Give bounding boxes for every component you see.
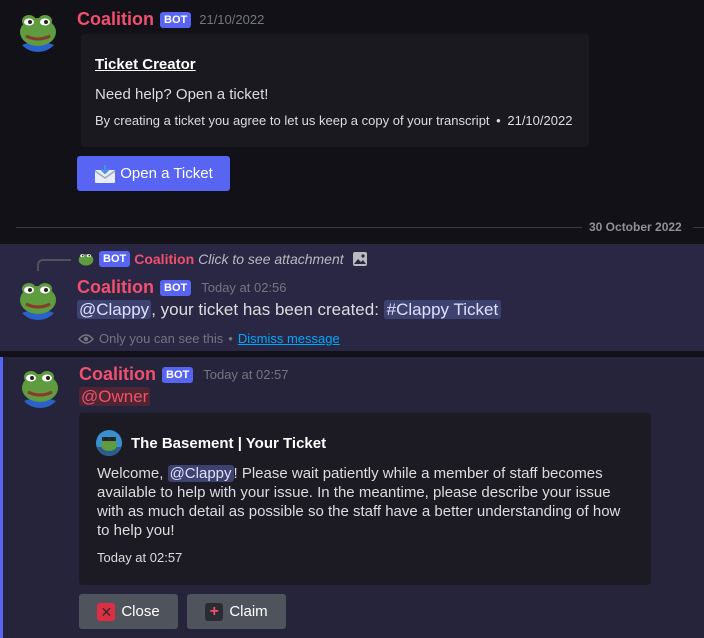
role-mention[interactable]: @Owner: [79, 387, 151, 406]
ephemeral-separator: •: [228, 331, 233, 346]
mention-bar: [0, 357, 3, 638]
close-label: Close: [121, 603, 160, 620]
embed-footer: By creating a ticket you agree to let us…: [95, 113, 572, 128]
embed: The Basement | Your Ticket Welcome, @Cla…: [79, 413, 651, 585]
eye-icon: [78, 333, 94, 345]
username[interactable]: Coalition: [77, 9, 154, 30]
reply-preview[interactable]: BOT Coalition Click to see attachment: [77, 250, 368, 268]
open-ticket-label: Open a Ticket: [120, 165, 213, 182]
timestamp: Today at 02:57: [203, 367, 289, 382]
embed-description: Need help? Open a ticket!: [95, 86, 269, 103]
reply-avatar: [77, 250, 95, 268]
claim-label: Claim: [229, 603, 268, 620]
reply-text[interactable]: Click to see attachment: [198, 251, 344, 267]
reply-username[interactable]: Coalition: [134, 251, 194, 267]
ephemeral-text: Only you can see this: [99, 331, 224, 346]
date-divider-line-right: [693, 227, 704, 228]
close-button[interactable]: ✕ Close: [79, 594, 178, 629]
envelope-icon: [94, 164, 116, 184]
avatar[interactable]: [18, 364, 62, 408]
reply-bot-tag: BOT: [99, 251, 131, 267]
embed-description: Welcome, @Clappy! Please wait patiently …: [97, 464, 637, 540]
date-divider: 30 October 2022: [589, 220, 682, 234]
user-mention[interactable]: @Clappy: [167, 465, 234, 482]
open-ticket-button[interactable]: Open a Ticket: [77, 156, 230, 191]
embed-footer-date: 21/10/2022: [507, 113, 573, 128]
plus-icon: +: [205, 602, 224, 621]
reply-spine: [37, 259, 71, 271]
channel-mention[interactable]: #Clappy Ticket: [383, 300, 502, 319]
message-header: Coalition BOT Today at 02:56: [77, 277, 287, 298]
user-mention[interactable]: @Clappy: [77, 300, 152, 319]
image-icon: [352, 251, 368, 267]
avatar[interactable]: [16, 8, 60, 52]
channel-name: Clappy Ticket: [396, 300, 499, 319]
embed-title[interactable]: Ticket Creator: [95, 56, 196, 73]
message-header: Coalition BOT Today at 02:57: [79, 364, 289, 385]
message-content: @Owner: [79, 387, 151, 407]
close-icon: ✕: [97, 602, 116, 621]
embed-desc-start: Welcome,: [97, 465, 168, 482]
username[interactable]: Coalition: [77, 277, 154, 298]
bot-tag: BOT: [162, 366, 194, 383]
timestamp: 21/10/2022: [199, 12, 265, 27]
hash-icon: #: [386, 300, 397, 319]
message-content: @Clappy, your ticket has been created: #…: [77, 300, 502, 320]
embed-author-name[interactable]: The Basement | Your Ticket: [131, 435, 326, 452]
author-icon: [96, 430, 122, 456]
message-header: Coalition BOT 21/10/2022: [77, 9, 264, 30]
bot-tag: BOT: [160, 11, 192, 28]
footer-separator: •: [496, 113, 501, 128]
embed-footer: Today at 02:57: [97, 550, 183, 565]
message-text: , your ticket has been created:: [151, 300, 384, 319]
claim-button[interactable]: + Claim: [187, 594, 286, 629]
avatar[interactable]: [16, 276, 60, 320]
bot-tag: BOT: [160, 279, 192, 296]
embed: Ticket Creator Need help? Open a ticket!…: [81, 34, 589, 147]
embed-footer-text: By creating a ticket you agree to let us…: [95, 113, 490, 128]
dismiss-message-link[interactable]: Dismiss message: [238, 331, 340, 346]
timestamp: Today at 02:56: [201, 280, 287, 295]
embed-author: The Basement | Your Ticket: [96, 430, 326, 456]
username[interactable]: Coalition: [79, 364, 156, 385]
ephemeral-notice: Only you can see this • Dismiss message: [78, 331, 340, 346]
date-divider-line: [16, 227, 582, 228]
